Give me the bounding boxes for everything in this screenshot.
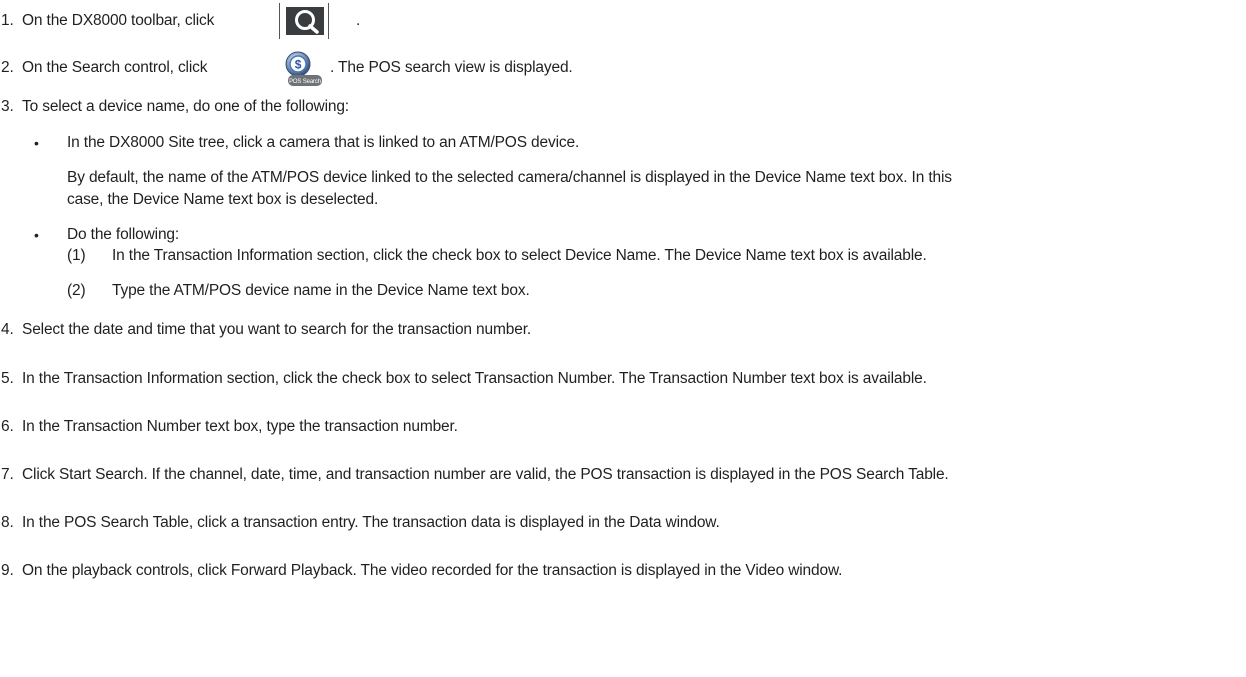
- step-number: 9.: [1, 562, 14, 579]
- step-4: 4. Select the date and time that you wan…: [0, 320, 1246, 340]
- step-text: Select the date and time that you want t…: [22, 321, 532, 338]
- search-icon: [279, 3, 329, 39]
- note-line-2: case, the Device Name text box is desele…: [67, 191, 379, 208]
- step-text: Click Start Search. If the channel, date…: [22, 466, 949, 483]
- step-text-end: .: [356, 12, 361, 29]
- substep-text: Type the ATM/POS device name in the Devi…: [112, 282, 530, 299]
- step-7: 7. Click Start Search. If the channel, d…: [0, 465, 1246, 485]
- step-text-end: . The POS search view is displayed.: [330, 59, 573, 76]
- step-number: 4.: [1, 321, 14, 338]
- bullet-symbol: •: [34, 135, 39, 151]
- substep-1: (1) In the Transaction Information secti…: [0, 246, 1246, 266]
- step-9: 9. On the playback controls, click Forwa…: [0, 561, 1246, 581]
- step-5: 5. In the Transaction Information sectio…: [0, 369, 1246, 389]
- step-1: 1. On the DX8000 toolbar, click .: [0, 3, 1246, 39]
- bullet-item: • Do the following:: [0, 225, 1246, 245]
- bullet-symbol: •: [34, 227, 39, 243]
- step-3: 3. To select a device name, do one of th…: [0, 97, 1246, 117]
- bullet-item: • In the DX8000 Site tree, click a camer…: [0, 133, 1246, 153]
- step-text: On the Search control, click: [22, 59, 208, 76]
- substep-2: (2) Type the ATM/POS device name in the …: [0, 281, 1246, 301]
- step-number: 1.: [1, 12, 14, 29]
- step-text: To select a device name, do one of the f…: [22, 98, 349, 115]
- svg-text:POS Search: POS Search: [289, 79, 321, 85]
- bullet-note-cont: case, the Device Name text box is desele…: [0, 190, 1246, 210]
- note-line-1: By default, the name of the ATM/POS devi…: [67, 169, 952, 186]
- step-6: 6. In the Transaction Number text box, t…: [0, 417, 1246, 437]
- step-2: 2. On the Search control, click $ POS Se…: [0, 51, 1246, 86]
- step-number: 7.: [1, 466, 14, 483]
- step-text: In the Transaction Number text box, type…: [22, 418, 458, 435]
- bullet-text: Do the following:: [67, 226, 180, 243]
- step-8: 8. In the POS Search Table, click a tran…: [0, 513, 1246, 533]
- step-number: 8.: [1, 514, 14, 531]
- bullet-note: By default, the name of the ATM/POS devi…: [0, 168, 1246, 188]
- svg-text:$: $: [295, 58, 302, 72]
- substep-text: In the Transaction Information section, …: [112, 247, 927, 264]
- step-text: On the DX8000 toolbar, click: [22, 12, 215, 29]
- bullet-text: In the DX8000 Site tree, click a camera …: [67, 134, 580, 151]
- step-text: In the Transaction Information section, …: [22, 370, 927, 387]
- step-number: 6.: [1, 418, 14, 435]
- step-text: In the POS Search Table, click a transac…: [22, 514, 720, 531]
- substep-number: (1): [67, 247, 86, 264]
- substep-number: (2): [67, 282, 86, 299]
- step-text: On the playback controls, click Forward …: [22, 562, 843, 579]
- pos-search-icon: $ POS Search: [284, 51, 324, 91]
- step-number: 5.: [1, 370, 14, 387]
- step-number: 2.: [1, 59, 14, 76]
- step-number: 3.: [1, 98, 14, 115]
